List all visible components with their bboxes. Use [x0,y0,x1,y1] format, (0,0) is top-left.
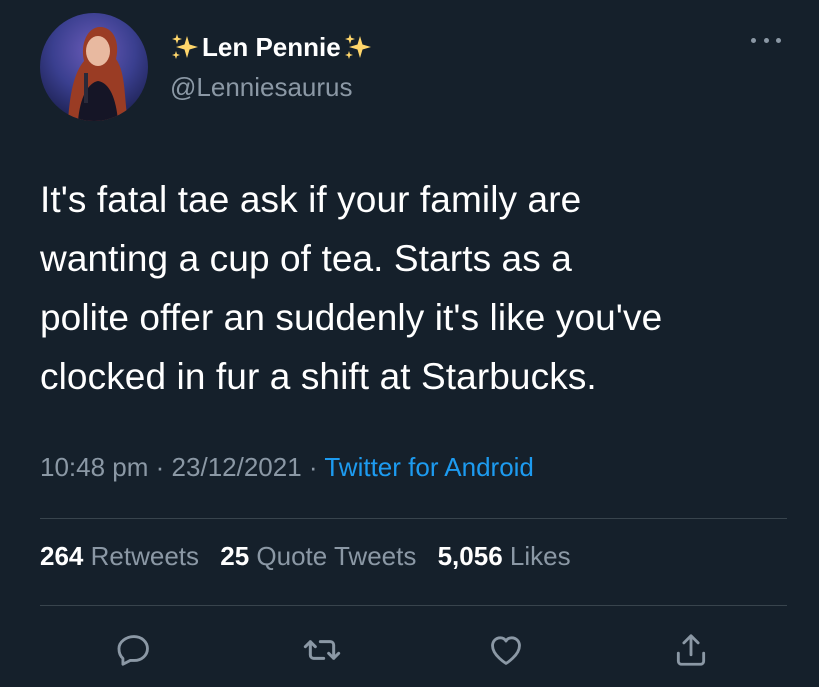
retweet-icon[interactable] [300,628,344,672]
divider [40,518,787,519]
action-bar [0,628,819,672]
retweets-count: 264 [40,541,84,571]
tweet-line: wanting a cup of tea. Starts as a [40,238,572,279]
likes-count: 5,056 [437,541,503,571]
quotes-label: Quote Tweets [256,541,417,571]
author-handle[interactable]: @Lenniesaurus [170,72,353,103]
sparkles-icon [170,32,200,62]
dot [751,37,756,43]
tweet-line: It's fatal tae ask if your family are [40,179,582,220]
quotes-count: 25 [220,541,250,571]
quotes-stat[interactable]: 25 Quote Tweets [220,541,423,571]
separator: · [308,452,318,482]
tweet-line: clocked in fur a shift at Starbucks. [40,356,597,397]
tweet-line: polite offer an suddenly it's like you'v… [40,297,663,338]
author-name-row[interactable]: Len Pennie [170,30,373,64]
tweet-source-link[interactable]: Twitter for Android [324,452,534,482]
tweet-time[interactable]: 10:48 pm [40,452,148,482]
separator: · [155,452,165,482]
author-display-name[interactable]: Len Pennie [202,32,341,63]
retweets-stat[interactable]: 264 Retweets [40,541,206,571]
tweet-meta: 10:48 pm · 23/12/2021 · Twitter for Andr… [40,452,534,483]
likes-stat[interactable]: 5,056 Likes [438,541,571,571]
retweets-label: Retweets [90,541,200,571]
tweet-stats: 264 Retweets 25 Quote Tweets 5,056 Likes [40,541,585,572]
reply-icon[interactable] [112,628,156,672]
tweet-date[interactable]: 23/12/2021 [172,452,302,482]
sparkles-icon [343,32,373,62]
like-icon[interactable] [484,628,528,672]
more-options-icon[interactable] [751,32,781,48]
avatar[interactable] [40,13,148,121]
likes-label: Likes [509,541,571,571]
dot [776,37,781,43]
share-icon[interactable] [669,628,713,672]
dot [763,37,769,43]
divider [40,605,787,606]
tweet-text: It's fatal tae ask if your family are wa… [40,170,800,406]
